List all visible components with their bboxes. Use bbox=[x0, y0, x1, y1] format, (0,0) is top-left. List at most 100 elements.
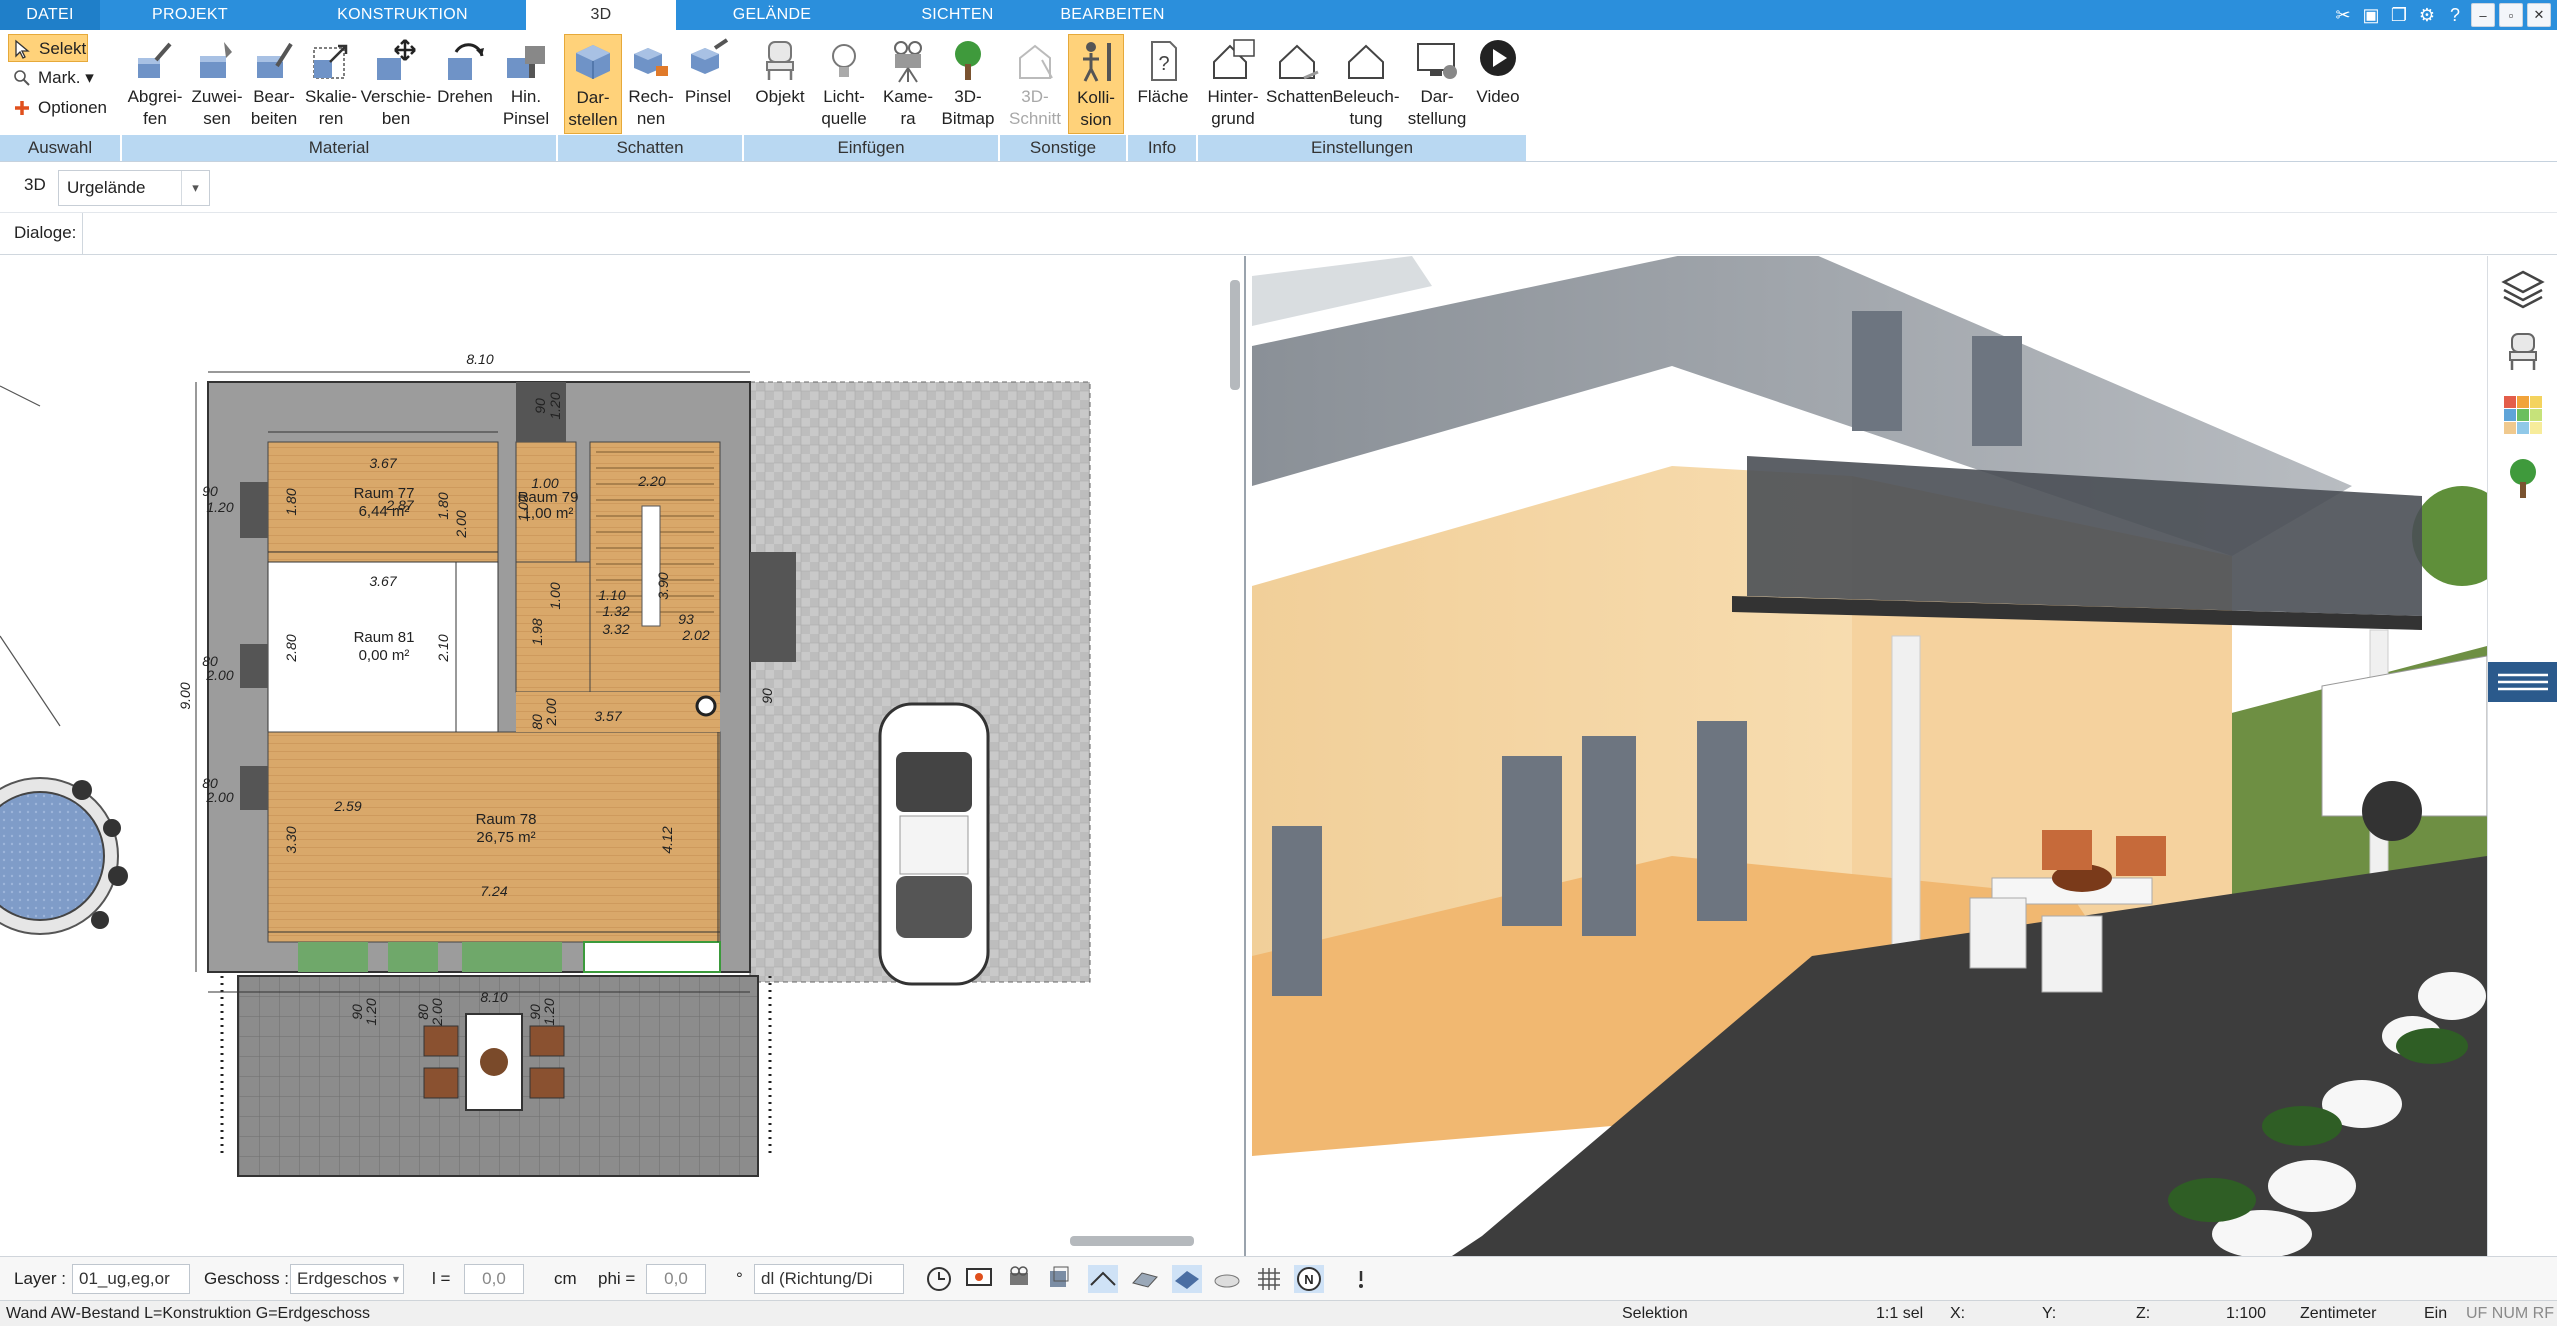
phi-input[interactable]: 0,0 bbox=[646, 1264, 706, 1294]
kollision-button[interactable]: Kolli- sion bbox=[1068, 34, 1124, 134]
optionen-button[interactable]: Optionen bbox=[8, 94, 118, 122]
clock-icon[interactable] bbox=[924, 1265, 954, 1293]
tab-konstruktion[interactable]: KONSTRUKTION bbox=[300, 0, 505, 30]
video-label: Video bbox=[1476, 87, 1520, 106]
group-sonstige: Sonstige bbox=[1000, 135, 1128, 161]
floor-plan-canvas[interactable]: 8.10 9.00 90 1.20 3.67 1.80 1.80 2.00 1.… bbox=[0, 256, 1246, 1256]
tab-bearbeiten[interactable]: BEARBEITEN bbox=[1040, 0, 1185, 30]
assign-material-icon bbox=[200, 42, 232, 78]
rechnen-button[interactable]: Rech- nen bbox=[622, 34, 680, 134]
plants-icon[interactable] bbox=[2500, 456, 2546, 502]
north-icon[interactable]: N bbox=[1294, 1265, 1324, 1293]
lichtquelle-button[interactable]: Licht- quelle bbox=[812, 34, 876, 134]
grid-icon[interactable] bbox=[1254, 1265, 1284, 1293]
darstellung-button[interactable]: Dar- stellung bbox=[1404, 34, 1470, 134]
l-input[interactable]: 0,0 bbox=[464, 1264, 524, 1294]
darstellen-button[interactable]: Dar- stellen bbox=[564, 34, 622, 134]
selekt-button[interactable]: Selekt bbox=[8, 34, 88, 62]
hatch-icon[interactable] bbox=[1212, 1265, 1242, 1293]
restore-button[interactable]: ▫ bbox=[2499, 3, 2523, 27]
bearbeiten-button[interactable]: Bear- beiten bbox=[246, 34, 302, 134]
tab-3d[interactable]: 3D bbox=[526, 0, 676, 31]
tools-icon[interactable]: ✂ bbox=[2331, 3, 2355, 27]
schatten-einstellung-button[interactable]: Schatten bbox=[1266, 34, 1333, 134]
drehen-button[interactable]: Drehen bbox=[432, 34, 498, 134]
tree-icon bbox=[955, 41, 981, 80]
window bbox=[1697, 721, 1747, 921]
geschoss-select[interactable]: Erdgeschos ▾ bbox=[290, 1264, 404, 1294]
section-cut-icon bbox=[1019, 44, 1053, 79]
car-topview bbox=[878, 702, 990, 986]
layer-select[interactable]: 01_ug,eg,or bbox=[72, 1264, 190, 1294]
cube-icon[interactable] bbox=[1044, 1265, 1074, 1293]
tab-projekt[interactable]: PROJEKT bbox=[120, 0, 260, 30]
tab-gelaende[interactable]: GELÄNDE bbox=[702, 0, 842, 30]
room-area: 1,00 m² bbox=[523, 505, 574, 522]
tab-datei[interactable]: DATEI bbox=[0, 0, 100, 30]
dl-select[interactable]: dl (Richtung/Di bbox=[754, 1264, 904, 1294]
hin-pinsel-button[interactable]: Hin. Pinsel bbox=[498, 34, 554, 134]
dim-text: 1.98 bbox=[529, 618, 545, 645]
group-info: Info bbox=[1128, 135, 1198, 161]
terrain-select[interactable]: Urgelände ▾ bbox=[58, 170, 210, 206]
status-unit: Zentimeter bbox=[2300, 1305, 2377, 1322]
skalieren-button[interactable]: Skalie- ren bbox=[302, 34, 360, 134]
settings-icon[interactable]: ⚙ bbox=[2415, 3, 2439, 27]
abgreifen-button[interactable]: Abgrei- fen bbox=[122, 34, 188, 134]
layer-label: Layer : bbox=[14, 1269, 66, 1288]
vertical-scrollbar[interactable] bbox=[1230, 280, 1240, 390]
materials-icon[interactable] bbox=[2500, 392, 2546, 438]
rotate-icon bbox=[448, 43, 484, 80]
l-label: l = bbox=[432, 1269, 451, 1288]
3d-schnitt-button[interactable]: 3D- Schnitt bbox=[1004, 34, 1066, 134]
tab-sichten[interactable]: SICHTEN bbox=[880, 0, 1035, 30]
close-button[interactable]: ✕ bbox=[2527, 3, 2551, 27]
wall-view-icon[interactable] bbox=[1088, 1265, 1118, 1293]
window-icon[interactable]: ❐ bbox=[2387, 3, 2411, 27]
help-icon[interactable]: ? bbox=[2443, 3, 2467, 27]
dl-value: dl (Richtung/Di bbox=[761, 1269, 873, 1288]
mark-button[interactable]: Mark. ▾ bbox=[8, 64, 100, 92]
dialog-bar: Dialoge: bbox=[0, 213, 2557, 255]
kamera-button[interactable]: Kame- ra bbox=[876, 34, 940, 134]
menu-tab-bar: DATEI PROJEKT KONSTRUKTION 3D GELÄNDE SI… bbox=[0, 0, 2557, 31]
furniture-icon[interactable] bbox=[2500, 328, 2546, 374]
flaeche-button[interactable]: ? Fläche bbox=[1132, 34, 1194, 134]
dim-text: 3.30 bbox=[283, 826, 299, 853]
window bbox=[240, 766, 268, 810]
eyedropper-icon bbox=[138, 42, 172, 78]
3d-bitmap-button[interactable]: 3D- Bitmap bbox=[940, 34, 996, 134]
objekt-button[interactable]: Objekt bbox=[748, 34, 812, 134]
layers-icon[interactable] bbox=[2500, 266, 2546, 312]
kamera-label: Kame- ra bbox=[882, 87, 934, 128]
verschieben-button[interactable]: Verschie- ben bbox=[360, 34, 432, 134]
chevron-down-icon[interactable]: ▾ bbox=[181, 171, 209, 205]
monitor-icon[interactable] bbox=[964, 1265, 994, 1293]
beleuchtung-button[interactable]: Beleuch- tung bbox=[1330, 34, 1402, 134]
video-button[interactable]: Video bbox=[1470, 34, 1526, 134]
3d-view[interactable] bbox=[1252, 256, 2487, 1256]
texture-icon[interactable] bbox=[1130, 1265, 1160, 1293]
pinsel-button[interactable]: Pinsel bbox=[680, 34, 736, 134]
3d-render-canvas[interactable] bbox=[1252, 256, 2487, 1256]
save-icon[interactable]: ▣ bbox=[2359, 3, 2383, 27]
plane-icon[interactable] bbox=[1172, 1265, 1202, 1293]
skalieren-label: Skalie- ren bbox=[305, 87, 357, 128]
terrain-value: Urgelände bbox=[67, 178, 146, 197]
minimize-button[interactable]: – bbox=[2471, 3, 2495, 27]
darstellung-label: Dar- stellung bbox=[1407, 87, 1467, 128]
zuweisen-label: Zuwei- sen bbox=[191, 87, 243, 128]
zuweisen-button[interactable]: Zuwei- sen bbox=[188, 34, 246, 134]
optionen-label: Optionen bbox=[38, 98, 107, 117]
floor-plan-view[interactable]: 8.10 9.00 90 1.20 3.67 1.80 1.80 2.00 1.… bbox=[0, 256, 1246, 1256]
panel-handle[interactable] bbox=[2488, 662, 2557, 702]
status-ein: Ein bbox=[2424, 1305, 2448, 1322]
dim-text: 90 bbox=[532, 398, 548, 414]
horizontal-scrollbar[interactable] bbox=[1070, 1236, 1194, 1246]
camera-tool-icon[interactable] bbox=[1004, 1265, 1034, 1293]
lichtquelle-label: Licht- quelle bbox=[821, 87, 867, 128]
more-icon[interactable] bbox=[1346, 1265, 1376, 1293]
group-auswahl: Auswahl bbox=[0, 135, 122, 161]
hintergrund-button[interactable]: Hinter- grund bbox=[1200, 34, 1266, 134]
dim-text: 1.32 bbox=[602, 603, 629, 619]
